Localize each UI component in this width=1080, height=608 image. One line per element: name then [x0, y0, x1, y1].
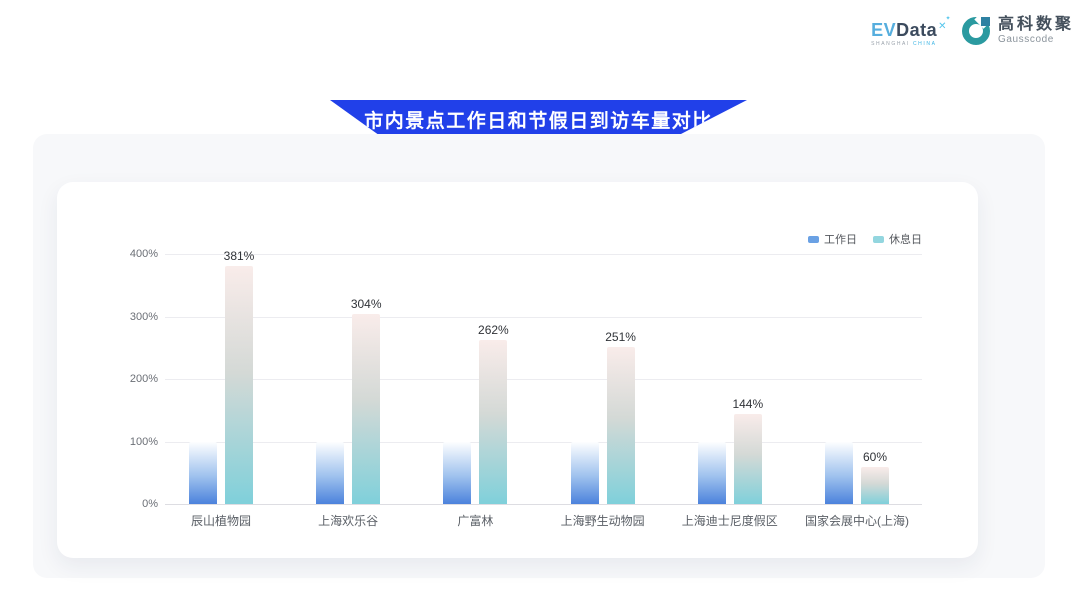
gridline-200% — [165, 379, 922, 380]
y-tick-400%: 400% — [120, 247, 158, 261]
evdata-ev-text: EV — [871, 20, 896, 40]
legend-swatch-icon — [873, 236, 884, 243]
evdata-wordmark: EVData✕✦ — [871, 21, 947, 39]
gausscode-en-name: Gausscode — [998, 34, 1074, 46]
category-label: 国家会展中心(上海) — [782, 512, 932, 529]
bar-restday[interactable] — [734, 414, 762, 504]
gausscode-square-shape — [981, 17, 990, 26]
title-banner: 市内景点工作日和节假日到访车量对比 — [330, 100, 747, 138]
value-label: 60% — [845, 450, 905, 464]
value-label: 304% — [336, 297, 396, 311]
bar-workday[interactable] — [443, 442, 471, 505]
y-tick-300%: 300% — [120, 310, 158, 324]
y-tick-200%: 200% — [120, 372, 158, 386]
gausscode-icon — [961, 16, 991, 46]
bar-restday[interactable] — [352, 314, 380, 504]
legend-label: 休息日 — [889, 231, 922, 247]
legend-item-workday[interactable]: 工作日 — [808, 231, 857, 247]
evdata-star-icon: ✦ — [945, 16, 951, 22]
legend-label: 工作日 — [824, 231, 857, 247]
bar-chart: 0%100%200%300%400%381%辰山植物园304%上海欢乐谷262%… — [120, 225, 980, 535]
bar-restday[interactable] — [225, 266, 253, 504]
bar-workday[interactable] — [571, 442, 599, 505]
bar-workday[interactable] — [698, 442, 726, 505]
y-tick-100%: 100% — [120, 435, 158, 449]
bar-workday[interactable] — [316, 442, 344, 505]
gausscode-logo: 高科数聚 Gausscode — [961, 16, 1074, 46]
evdata-subtext-china: CHINA — [913, 41, 937, 47]
value-label: 144% — [718, 397, 778, 411]
value-label: 262% — [463, 323, 523, 337]
page-title: 市内景点工作日和节假日到访车量对比 — [364, 106, 713, 133]
gausscode-cn-name: 高科数聚 — [998, 16, 1074, 34]
header-logos: EVData✕✦ SHANGHAI CHINA 高科数聚 Gausscode — [871, 16, 1074, 47]
bar-restday[interactable] — [861, 467, 889, 505]
gridline-100% — [165, 442, 922, 443]
x-axis-line — [165, 504, 922, 505]
value-label: 251% — [591, 330, 651, 344]
chart-legend: 工作日 休息日 — [808, 231, 922, 247]
evdata-data-text: Data — [896, 20, 937, 40]
bar-restday[interactable] — [479, 340, 507, 504]
evdata-subtext: SHANGHAI CHINA — [871, 41, 947, 47]
evdata-x-icon: ✕ — [938, 21, 947, 32]
gridline-300% — [165, 317, 922, 318]
legend-item-restday[interactable]: 休息日 — [873, 231, 922, 247]
value-label: 381% — [209, 249, 269, 263]
evdata-subtext-shanghai: SHANGHAI — [871, 41, 913, 47]
gridline-400% — [165, 254, 922, 255]
y-tick-0%: 0% — [120, 497, 158, 511]
bar-workday[interactable] — [189, 442, 217, 505]
evdata-logo: EVData✕✦ SHANGHAI CHINA — [871, 16, 947, 47]
gausscode-text: 高科数聚 Gausscode — [998, 16, 1074, 46]
bar-restday[interactable] — [607, 347, 635, 504]
legend-swatch-icon — [808, 236, 819, 243]
